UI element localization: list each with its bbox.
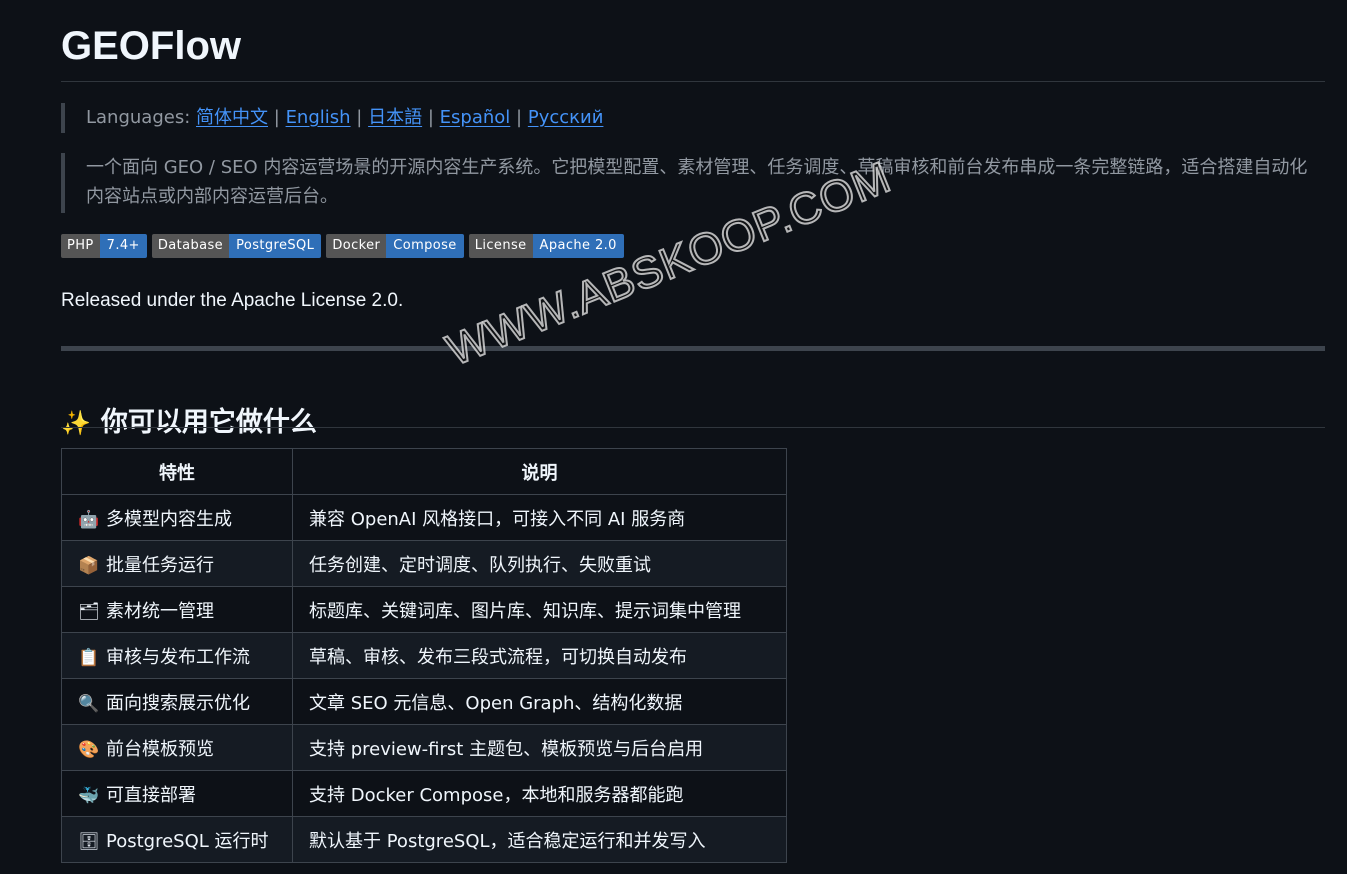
badge-label: Database [151,234,230,258]
feature-cell: 📦 批量任务运行 [61,540,293,587]
table-row: 🤖 多模型内容生成 兼容 OpenAI 风格接口，可接入不同 AI 服务商 [61,494,787,541]
page-title: GEOFlow [61,24,241,68]
license-text: Released under the Apache License 2.0. [61,290,404,311]
lang-link-en[interactable]: English [286,107,351,128]
description-cell: 支持 preview-first 主题包、模板预览与后台启用 [292,724,787,771]
description-cell: 支持 Docker Compose，本地和服务器都能跑 [292,770,787,817]
package-icon: 📦 [78,555,100,576]
badge-row: PHP 7.4+ Database PostgreSQL Docker Compose… [61,234,624,258]
whale-icon: 🐳 [78,785,100,806]
table-row: 📋 审核与发布工作流 草稿、审核、发布三段式流程，可切换自动发布 [61,632,787,679]
section-heading: ✨ 你可以用它做什么 [61,402,317,444]
title-divider [61,81,1325,82]
description-cell: 默认基于 PostgreSQL，适合稳定运行和并发写入 [292,816,787,863]
docker-badge[interactable]: Docker Compose [326,234,464,258]
feature-name: 可直接部署 [106,784,196,806]
languages-blockquote: Languages: 简体中文 | English | 日本語 | Españo… [61,103,603,133]
feature-name: 前台模板预览 [106,738,214,760]
horizontal-rule [61,346,1325,351]
magnifier-icon: 🔍 [78,693,100,714]
badge-label: PHP [61,234,100,258]
table-row: 📦 批量任务运行 任务创建、定时调度、队列执行、失败重试 [61,540,787,587]
sparkles-icon: ✨ [61,409,91,438]
feature-cell: 🗂 素材统一管理 [61,586,293,633]
badge-label: Docker [326,234,387,258]
lang-link-ja[interactable]: 日本語 [368,107,422,128]
lang-separator: | [516,107,523,128]
feature-name: PostgreSQL 运行时 [106,830,269,852]
badge-value: 7.4+ [99,234,147,258]
description-cell: 文章 SEO 元信息、Open Graph、结构化数据 [292,678,787,725]
description-cell: 兼容 OpenAI 风格接口，可接入不同 AI 服务商 [292,494,787,541]
badge-value: Apache 2.0 [532,234,624,258]
feature-cell: 🎨 前台模板预览 [61,724,293,771]
column-header-feature: 特性 [61,448,293,495]
lang-link-es[interactable]: Español [440,107,511,128]
lang-separator: | [356,107,363,128]
badge-label: License [468,234,533,258]
table-row: 🗄 PostgreSQL 运行时 默认基于 PostgreSQL，适合稳定运行和并… [61,816,787,863]
section-title: 你可以用它做什么 [100,407,317,439]
php-badge[interactable]: PHP 7.4+ [61,234,147,258]
robot-icon: 🤖 [78,509,100,530]
lang-link-ru[interactable]: Русский [528,107,604,128]
table-header-row: 特性 说明 [61,448,787,495]
table-row: 🎨 前台模板预览 支持 preview-first 主题包、模板预览与后台启用 [61,724,787,771]
feature-name: 批量任务运行 [106,554,214,576]
feature-name: 素材统一管理 [106,600,214,622]
clipboard-icon: 📋 [78,647,100,668]
database-badge[interactable]: Database PostgreSQL [151,234,322,258]
table-row: 🐳 可直接部署 支持 Docker Compose，本地和服务器都能跑 [61,770,787,817]
feature-name: 审核与发布工作流 [106,646,250,668]
cabinet-icon: 🗄 [78,831,100,852]
palette-icon: 🎨 [78,739,100,760]
description-blockquote: 一个面向 GEO / SEO 内容运营场景的开源内容生产系统。它把模型配置、素材… [61,153,1321,213]
feature-cell: 🐳 可直接部署 [61,770,293,817]
lang-separator: | [427,107,434,128]
badge-value: PostgreSQL [229,234,322,258]
license-badge[interactable]: License Apache 2.0 [468,234,624,258]
readme-content: GEOFlow Languages: 简体中文 | English | 日本語 … [61,0,1325,863]
description-cell: 任务创建、定时调度、队列执行、失败重试 [292,540,787,587]
badge-value: Compose [386,234,464,258]
description-cell: 草稿、审核、发布三段式流程，可切换自动发布 [292,632,787,679]
table-row: 🔍 面向搜索展示优化 文章 SEO 元信息、Open Graph、结构化数据 [61,678,787,725]
feature-cell: 🤖 多模型内容生成 [61,494,293,541]
table-row: 🗂 素材统一管理 标题库、关键词库、图片库、知识库、提示词集中管理 [61,586,787,633]
features-table: 特性 说明 🤖 多模型内容生成 兼容 OpenAI 风格接口，可接入不同 AI 服… [61,448,787,863]
folder-icon: 🗂 [78,601,100,622]
column-header-description: 说明 [292,448,787,495]
feature-name: 多模型内容生成 [106,508,232,530]
lang-separator: | [273,107,280,128]
languages-label: Languages: [86,107,191,128]
feature-cell: 📋 审核与发布工作流 [61,632,293,679]
feature-name: 面向搜索展示优化 [106,692,250,714]
feature-cell: 🔍 面向搜索展示优化 [61,678,293,725]
section-divider [61,427,1325,428]
description-cell: 标题库、关键词库、图片库、知识库、提示词集中管理 [292,586,787,633]
lang-link-zh[interactable]: 简体中文 [196,107,268,128]
feature-cell: 🗄 PostgreSQL 运行时 [61,816,293,863]
